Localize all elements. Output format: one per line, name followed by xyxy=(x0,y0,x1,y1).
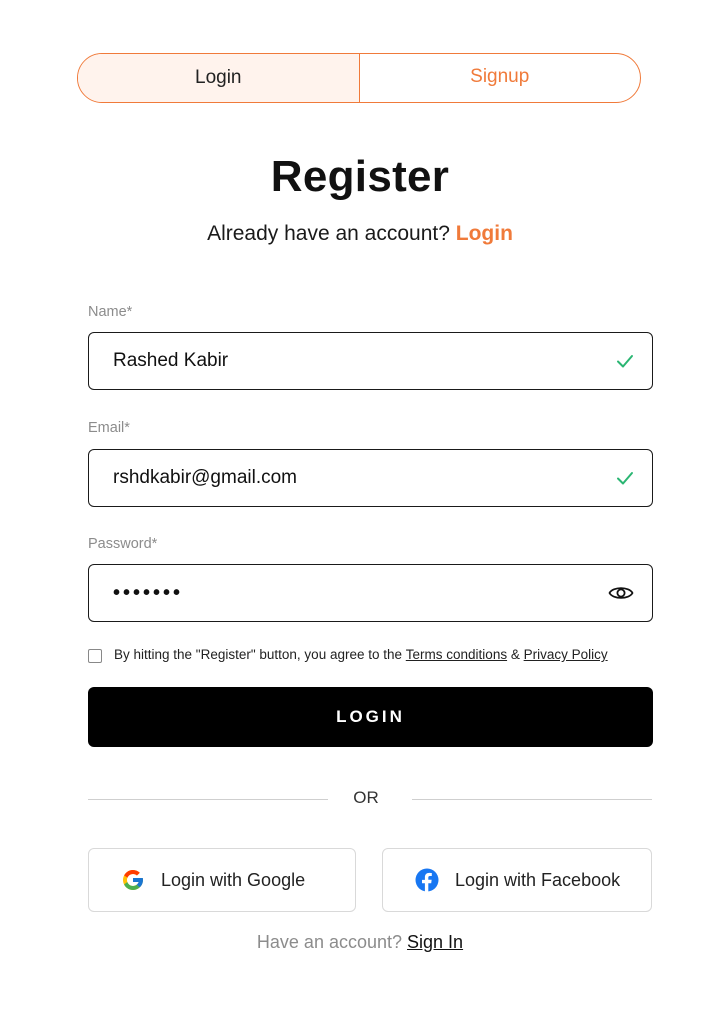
name-value: Rashed Kabir xyxy=(113,350,229,371)
privacy-link[interactable]: Privacy Policy xyxy=(524,647,608,662)
email-value: rshdkabir@gmail.com xyxy=(113,467,298,488)
name-label: Name* xyxy=(88,304,133,320)
password-label: Password* xyxy=(88,536,158,552)
facebook-login-label: Login with Facebook xyxy=(455,869,621,890)
check-icon xyxy=(617,472,633,485)
signin-prompt: Have an account? Sign In xyxy=(0,932,720,953)
signin-prompt-text: Have an account? xyxy=(256,932,403,952)
auth-tab-switcher: Login Signup xyxy=(77,53,641,103)
email-field[interactable]: rshdkabir@gmail.com xyxy=(88,449,653,507)
tab-signup[interactable]: Signup xyxy=(360,54,641,102)
google-login-label: Login with Google xyxy=(161,869,306,890)
terms-link[interactable]: Terms conditions xyxy=(406,647,507,662)
email-label: Email* xyxy=(88,420,130,436)
divider-line-right xyxy=(412,799,652,800)
signin-link[interactable]: Sign In xyxy=(407,932,463,952)
password-field[interactable]: ••••••• xyxy=(88,564,653,622)
agreement-text: By hitting the "Register" button, you ag… xyxy=(114,647,403,662)
facebook-icon xyxy=(415,868,439,892)
login-prompt-text: Already have an account? xyxy=(207,222,450,245)
page-title: Register xyxy=(270,152,450,201)
check-icon xyxy=(617,355,633,368)
password-value: ••••••• xyxy=(113,581,184,604)
login-link[interactable]: Login xyxy=(456,222,513,245)
google-icon xyxy=(123,870,143,890)
or-label: OR xyxy=(353,788,379,807)
tab-login[interactable]: Login xyxy=(78,54,360,102)
name-field[interactable]: Rashed Kabir xyxy=(88,332,653,390)
google-login-button[interactable]: Login with Google xyxy=(88,848,356,912)
agreement-row: By hitting the "Register" button, you ag… xyxy=(88,646,608,663)
login-button[interactable]: LOGIN xyxy=(88,687,653,747)
eye-icon[interactable] xyxy=(608,583,634,603)
agreement-checkbox[interactable] xyxy=(88,649,102,663)
agreement-ampersand: & xyxy=(510,647,520,662)
divider-line-left xyxy=(88,799,328,800)
facebook-login-button[interactable]: Login with Facebook xyxy=(382,848,652,912)
login-prompt: Already have an account? Login xyxy=(0,222,720,246)
